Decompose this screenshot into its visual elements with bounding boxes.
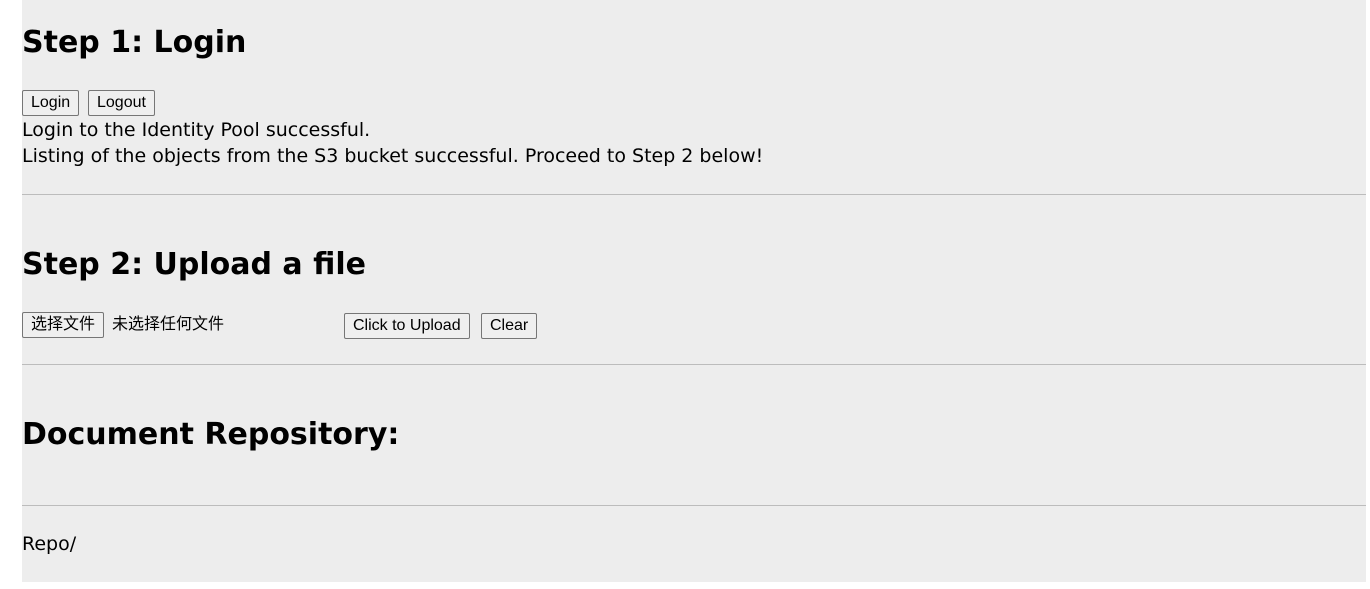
- divider-1: [22, 194, 1366, 195]
- step1-heading: Step 1: Login: [22, 25, 247, 60]
- page-container: Step 1: Login Login Logout Login to the …: [22, 0, 1366, 582]
- login-button[interactable]: Login: [22, 90, 80, 116]
- listing-status-text: Listing of the objects from the S3 bucke…: [22, 145, 764, 167]
- divider-3: [22, 505, 1366, 506]
- divider-2: [22, 364, 1366, 365]
- logout-button[interactable]: Logout: [88, 90, 155, 116]
- no-file-chosen-text: 未选择任何文件: [112, 314, 225, 333]
- login-status-text: Login to the Identity Pool successful.: [22, 119, 371, 141]
- repo-folder-item[interactable]: Repo/: [22, 535, 76, 554]
- repository-heading: Document Repository:: [22, 417, 400, 452]
- upload-button[interactable]: Click to Upload: [344, 313, 470, 339]
- step2-heading: Step 2: Upload a file: [22, 247, 366, 282]
- clear-button[interactable]: Clear: [481, 313, 538, 339]
- choose-file-button[interactable]: 选择文件: [22, 312, 105, 338]
